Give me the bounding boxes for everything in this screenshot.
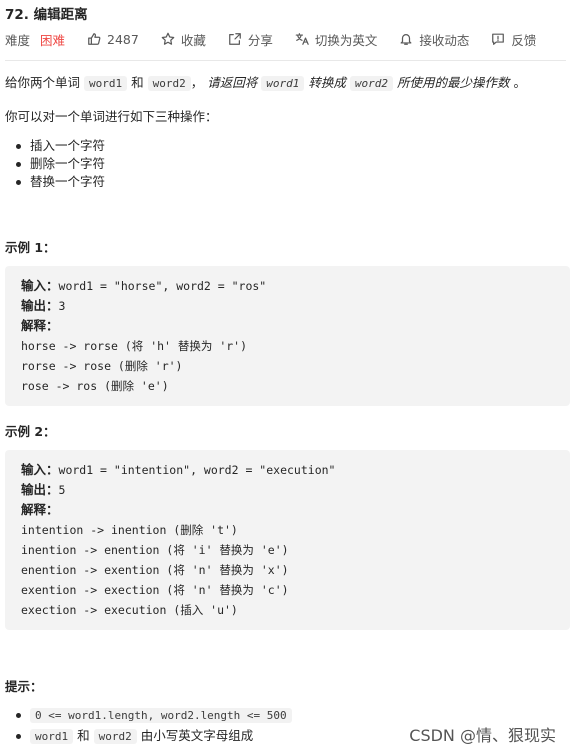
favorite-button[interactable]: 收藏 [161,30,206,49]
example2-input-label: 输入： [21,462,59,477]
list-item: 0 <= word1.length, word2.length <= 500 [16,705,292,726]
example2-input-line: 输入：word1 = "intention", word2 = "executi… [21,460,570,480]
share-icon [228,33,241,45]
operations-list: 插入一个字符 删除一个字符 替换一个字符 [15,137,106,191]
example2-title: 示例 2： [5,424,56,439]
list-item: word1 和 word2 由小写英文字母组成 [16,726,292,747]
ask-prefix: 请返回将 [207,75,258,90]
list-item: 删除一个字符 [15,156,106,171]
constraint-code-word1: word1 [30,729,74,744]
constraint-suffix: 由小写英文字母组成 [140,728,254,743]
feedback-icon [492,33,505,45]
example2-box: 输入：word1 = "intention", word2 = "executi… [5,450,570,630]
problem-meta-bar: 难度 困难 2487 收藏 分享 切换为英文 接收动态 反馈 [5,30,536,48]
csdn-watermark: CSDN @情、狠现实 [409,726,556,745]
code-word1: word1 [84,76,128,91]
example2-explain-line: 解释： [21,500,570,520]
intro-text: 给你两个单词 [5,75,81,90]
share-button[interactable]: 分享 [228,30,273,49]
subscribe-label: 接收动态 [419,32,470,48]
switch-language-button[interactable]: 切换为英文 [295,30,378,49]
constraint-code-word2: word2 [93,729,137,744]
example1-output-label: 输出： [21,298,59,313]
and-text: 和 [131,75,144,90]
example1-box: 输入：word1 = "horse", word2 = "ros" 输出：3 解… [5,266,570,406]
problem-statement: 给你两个单词 word1 和 word2， 请返回将 word1 转换成 wor… [5,74,526,93]
example2-step: intention -> inention (删除 't') [21,523,238,537]
example2-output-label: 输出： [21,482,59,497]
translate-icon [295,33,309,45]
example1-input-label: 输入： [21,278,59,293]
star-icon [161,32,175,45]
header-divider [5,60,566,61]
feedback-label: 反馈 [511,32,537,48]
example2-output: 5 [58,483,66,497]
constraint-and: 和 [77,728,90,743]
hints-list: 0 <= word1.length, word2.length <= 500 w… [16,705,292,747]
example2-step: inention -> enention (将 'i' 替换为 'e') [21,543,289,557]
example1-output: 3 [58,299,66,313]
list-item: 插入一个字符 [15,138,106,153]
example2-step: enention -> exention (将 'n' 替换为 'x') [21,563,289,577]
ask-mid: 转换成 [308,75,346,90]
example2-step: exention -> exection (将 'n' 替换为 'c') [21,583,289,597]
example1-explain-line: 解释： [21,316,570,336]
difficulty-badge: 困难 [40,32,66,48]
ask-code-word1: word1 [261,76,305,91]
example2-input: word1 = "intention", word2 = "execution" [58,463,336,477]
example1-input-line: 输入：word1 = "horse", word2 = "ros" [21,276,570,296]
code-word2: word2 [147,76,191,91]
ask-code-word2: word2 [349,76,393,91]
example1-explain-label: 解释： [21,318,59,333]
list-item: 替换一个字符 [15,174,106,189]
like-button[interactable]: 2487 [87,32,139,47]
period-text: 。 [513,75,526,90]
subscribe-button[interactable]: 接收动态 [399,30,469,49]
difficulty-label: 难度 [5,32,31,48]
example2-step: exection -> execution (插入 'u') [21,603,238,617]
switch-language-label: 切换为英文 [314,32,378,48]
feedback-button[interactable]: 反馈 [491,30,536,49]
example1-step: rorse -> rose (删除 'r') [21,359,183,373]
thumbs-up-icon [88,33,101,45]
bell-icon [400,34,412,45]
example1-input: word1 = "horse", word2 = "ros" [58,279,267,293]
operations-intro: 你可以对一个单词进行如下三种操作： [5,109,218,124]
example2-explain-label: 解释： [21,502,59,517]
example2-output-line: 输出：5 [21,480,570,500]
hints-title: 提示： [5,679,43,694]
favorite-label: 收藏 [180,32,206,48]
example1-output-line: 输出：3 [21,296,570,316]
example1-step: rose -> ros (删除 'e') [21,379,169,393]
share-label: 分享 [247,32,273,48]
comma-text: ， [190,75,204,90]
like-count: 2487 [107,31,139,47]
example1-title: 示例 1： [5,240,56,255]
ask-suffix: 所使用的最少操作数 [396,75,510,90]
example1-step: horse -> rorse (将 'h' 替换为 'r') [21,339,248,353]
constraint-length: 0 <= word1.length, word2.length <= 500 [30,708,292,723]
problem-title: 72. 编辑距离 [5,7,88,23]
